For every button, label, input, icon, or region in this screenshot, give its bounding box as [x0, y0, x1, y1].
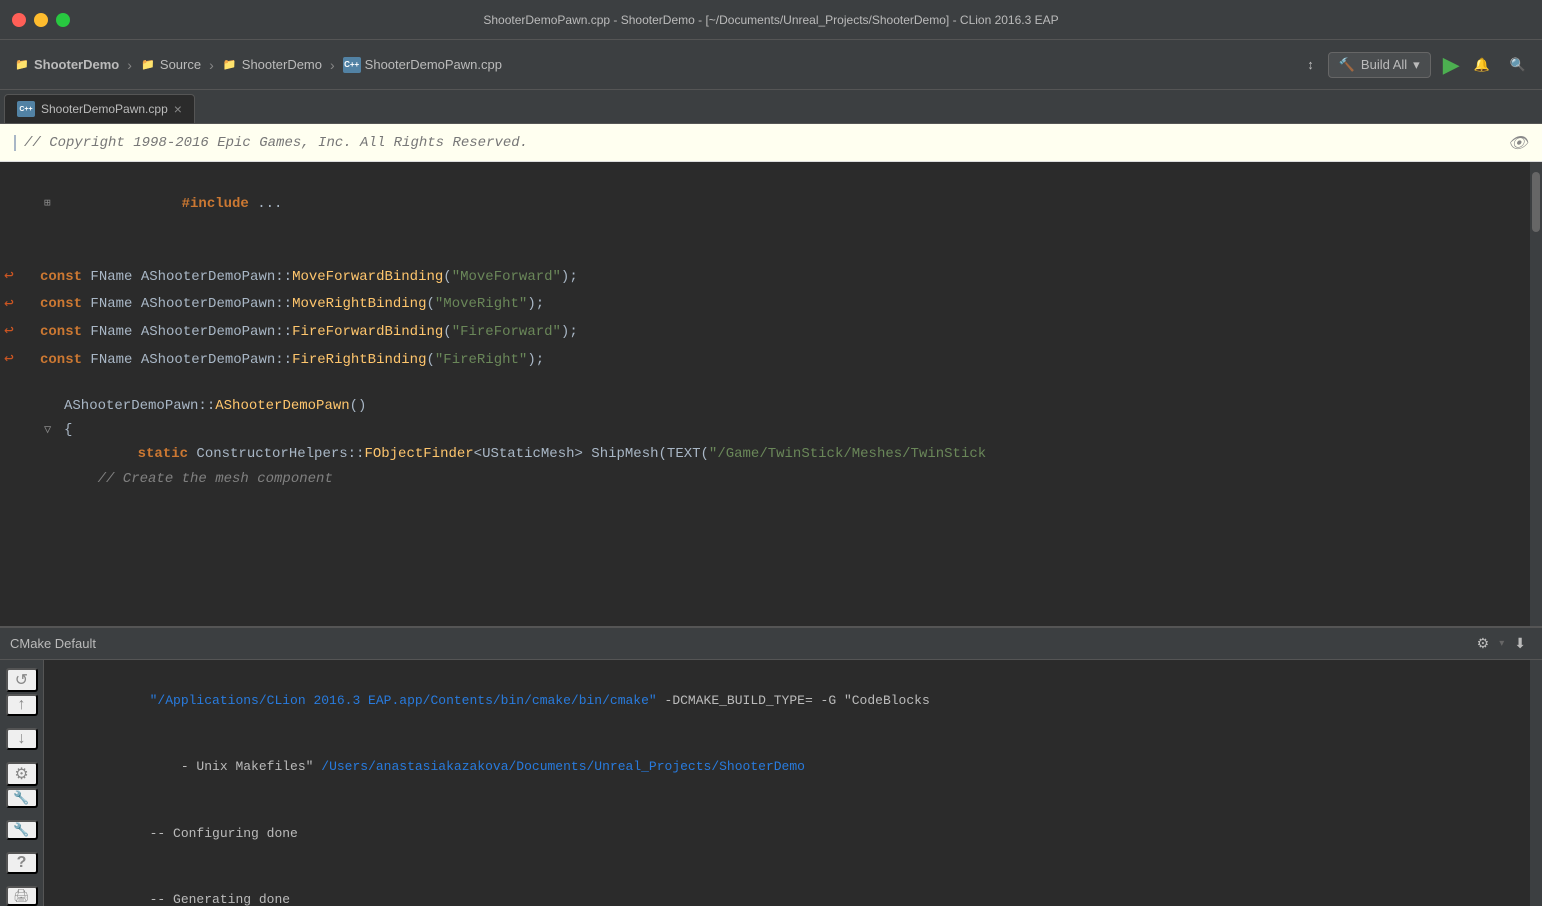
output-text[interactable]: "/Applications/CLion 2016.3 EAP.app/Cont… — [44, 660, 1530, 906]
output-refresh-button[interactable]: ↺ — [6, 668, 38, 692]
output-icon-5[interactable]: 🔧 — [6, 820, 38, 840]
output-wrench-button[interactable]: 🔧 — [6, 788, 38, 808]
breadcrumb-item-shooterdemo2[interactable]: 📁 ShooterDemo — [218, 55, 326, 75]
output-scrollbar[interactable] — [1530, 660, 1542, 906]
constructor-text: AShooterDemoPawn::AShooterDemoPawn() — [58, 395, 366, 417]
folder-icon-2: 📁 — [140, 57, 156, 73]
sort-icon: ↕ — [1307, 57, 1314, 72]
eye-icon[interactable]: 👁 — [1508, 133, 1528, 153]
gutter-icon-3: ↩ — [0, 319, 18, 345]
build-all-label: Build All — [1361, 57, 1407, 72]
const-line-1: const FName AShooterDemoPawn::MoveForwar… — [34, 266, 578, 288]
output-help-button[interactable]: ? — [6, 852, 38, 874]
fold-icon-include[interactable]: ⊞ — [44, 196, 58, 214]
gutter-icon-4: ↩ — [0, 347, 18, 373]
cpp-file-icon: C++ — [343, 57, 361, 73]
sort-button[interactable]: ↕ — [1301, 53, 1320, 76]
brace-text: { — [58, 419, 72, 441]
folder-icon: 📁 — [14, 57, 30, 73]
output-up-button[interactable]: ↑ — [6, 694, 38, 716]
close-button[interactable] — [12, 13, 26, 27]
code-line-3: ↩ const FName AShooterDemoPawn::FireForw… — [0, 318, 1530, 346]
bottom-panel-header: CMake Default ⚙ ▾ ⬇ — [0, 628, 1542, 660]
cmake-download-button[interactable]: ⬇ — [1508, 631, 1532, 656]
tab-label: ShooterDemoPawn.cpp — [41, 102, 168, 116]
code-line-brace: ▽ { — [0, 418, 1530, 442]
tab-close-button[interactable]: × — [174, 102, 182, 116]
output-down-button[interactable]: ↓ — [6, 728, 38, 750]
file-tab[interactable]: C++ ShooterDemoPawn.cpp × — [4, 94, 195, 123]
tab-bar: C++ ShooterDemoPawn.cpp × — [0, 90, 1542, 124]
code-line-static: static ConstructorHelpers::FObjectFinder… — [0, 442, 1530, 466]
code-content: ⊞ #include ... ↩ const FName AShooterDem… — [0, 162, 1530, 626]
output-line-3: -- Generating done — [56, 867, 1518, 906]
copyright-bar: // Copyright 1998-2016 Epic Games, Inc. … — [0, 124, 1542, 162]
breadcrumb-label-source: Source — [160, 57, 201, 72]
output-line-2: -- Configuring done — [56, 801, 1518, 867]
output-left-icons: ↺ ↑ ↓ ⚙ 🔧 🔧 ? 🖨 🗑 — [0, 660, 44, 906]
notification-button[interactable]: 🔔 — [1468, 53, 1496, 77]
build-dropdown-icon: ▾ — [1413, 57, 1420, 73]
breadcrumb-sep-1: › — [127, 57, 132, 73]
output-line-1: "/Applications/CLion 2016.3 EAP.app/Cont… — [56, 668, 1518, 734]
output-path-1: "/Applications/CLion 2016.3 EAP.app/Cont… — [150, 693, 657, 708]
scrollbar-thumb[interactable] — [1532, 172, 1540, 232]
breadcrumb-sep-3: › — [330, 57, 335, 73]
window-title: ShooterDemoPawn.cpp - ShooterDemo - [~/D… — [483, 13, 1058, 27]
code-line-1: ↩ const FName AShooterDemoPawn::MoveForw… — [0, 263, 1530, 291]
output-area: ↺ ↑ ↓ ⚙ 🔧 🔧 ? 🖨 🗑 — [0, 660, 1542, 906]
code-editor[interactable]: ⊞ #include ... ↩ const FName AShooterDem… — [0, 162, 1542, 626]
search-icon: 🔍 — [1510, 57, 1526, 73]
code-line-2: ↩ const FName AShooterDemoPawn::MoveRigh… — [0, 291, 1530, 319]
gutter-icon-2: ↩ — [0, 292, 18, 318]
minimize-button[interactable] — [34, 13, 48, 27]
maximize-button[interactable] — [56, 13, 70, 27]
tab-cpp-icon: C++ — [17, 101, 35, 117]
code-line-comment: // Create the mesh component — [0, 467, 1530, 491]
run-button[interactable]: ▶ — [1443, 52, 1460, 78]
const-line-3: const FName AShooterDemoPawn::FireForwar… — [34, 321, 578, 343]
code-line-empty2 — [0, 374, 1530, 394]
gutter-icon-1: ↩ — [0, 264, 18, 290]
output-settings-button[interactable]: ⚙ — [6, 762, 38, 786]
code-line-empty1 — [0, 243, 1530, 263]
toolbar: 📁 ShooterDemo › 📁 Source › 📁 ShooterDemo… — [0, 40, 1542, 90]
main-area: // Copyright 1998-2016 Epic Games, Inc. … — [0, 124, 1542, 906]
include-text: #include ... — [58, 171, 282, 238]
breadcrumb-item-file[interactable]: C++ ShooterDemoPawn.cpp — [339, 55, 506, 75]
build-all-button[interactable]: 🔨 Build All ▾ — [1328, 52, 1431, 78]
copyright-text: // Copyright 1998-2016 Epic Games, Inc. … — [14, 135, 528, 151]
bottom-toolbar-icons: ⚙ ▾ ⬇ — [1471, 631, 1532, 656]
copyright-comment: // Copyright 1998-2016 Epic Games, Inc. … — [24, 135, 528, 151]
bottom-panel: CMake Default ⚙ ▾ ⬇ ↺ ↑ ↓ ⚙ 🔧 — [0, 626, 1542, 906]
cmake-label: CMake Default — [10, 636, 96, 651]
breadcrumb-item-source[interactable]: 📁 Source — [136, 55, 205, 75]
code-line-4: ↩ const FName AShooterDemoPawn::FireRigh… — [0, 346, 1530, 374]
cmake-gear-button[interactable]: ⚙ — [1471, 631, 1496, 656]
output-print-button[interactable]: 🖨 — [6, 886, 38, 906]
static-text: static ConstructorHelpers::FObjectFinder… — [58, 443, 986, 465]
breadcrumb-label-shooterdemo2: ShooterDemo — [242, 57, 322, 72]
title-bar: ShooterDemoPawn.cpp - ShooterDemo - [~/D… — [0, 0, 1542, 40]
output-line-1b: - Unix Makefiles" /Users/anastasiakazako… — [56, 734, 1518, 800]
fold-icon-brace[interactable]: ▽ — [44, 421, 58, 440]
const-line-2: const FName AShooterDemoPawn::MoveRightB… — [34, 293, 544, 315]
search-button[interactable]: 🔍 — [1504, 53, 1532, 77]
code-lines: ⊞ #include ... ↩ const FName AShooterDem… — [0, 162, 1530, 499]
window-controls — [12, 13, 70, 27]
editor-scrollbar[interactable] — [1530, 162, 1542, 626]
code-line-include: ⊞ #include ... — [0, 170, 1530, 239]
code-line-constructor: AShooterDemoPawn::AShooterDemoPawn() — [0, 394, 1530, 418]
editor-area: // Copyright 1998-2016 Epic Games, Inc. … — [0, 124, 1542, 906]
const-line-4: const FName AShooterDemoPawn::FireRightB… — [34, 349, 544, 371]
comment-text: // Create the mesh component — [58, 468, 333, 490]
build-hammer-icon: 🔨 — [1339, 57, 1355, 73]
breadcrumb-label-shooterdemo: ShooterDemo — [34, 57, 119, 72]
breadcrumb-label-file: ShooterDemoPawn.cpp — [365, 57, 502, 72]
breadcrumb-sep-2: › — [209, 57, 214, 73]
notification-icon: 🔔 — [1474, 57, 1490, 73]
breadcrumb-item-shooterdemo[interactable]: 📁 ShooterDemo — [10, 55, 123, 75]
toolbar-right: ↕ 🔨 Build All ▾ ▶ 🔔 🔍 — [1301, 52, 1532, 78]
folder-icon-3: 📁 — [222, 57, 238, 73]
